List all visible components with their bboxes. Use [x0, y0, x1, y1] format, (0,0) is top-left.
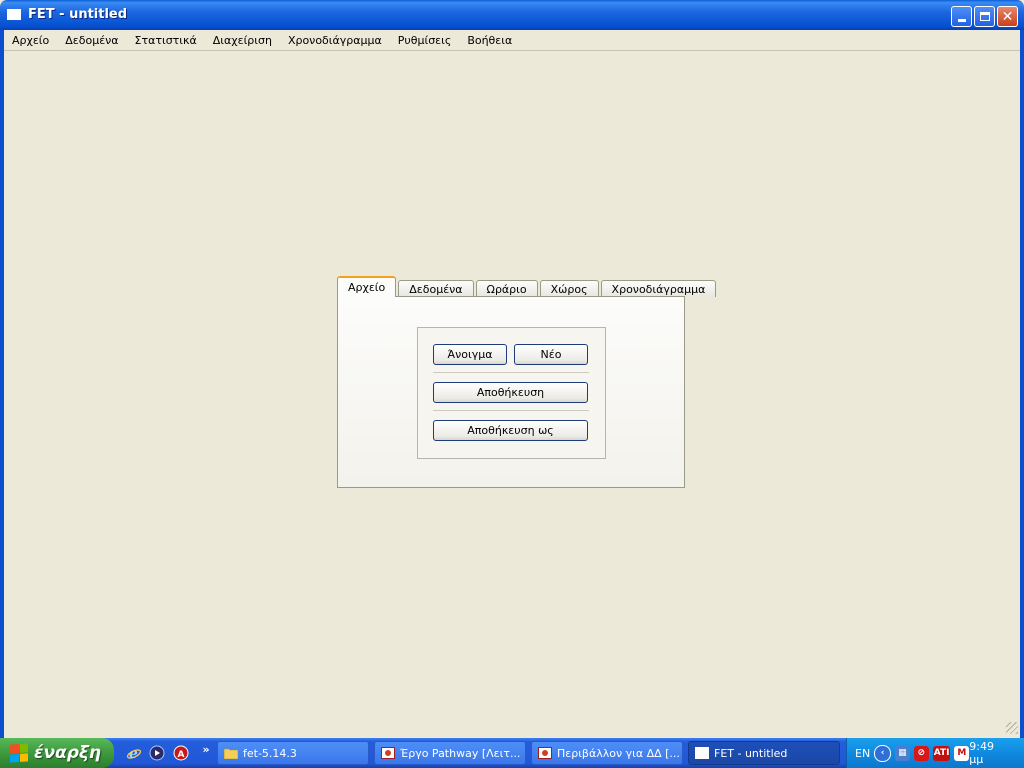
resize-grip[interactable]	[1006, 722, 1018, 734]
app-icon	[7, 9, 21, 20]
menu-settings[interactable]: Ρυθμίσεις	[390, 34, 460, 47]
language-indicator[interactable]: EN	[855, 747, 870, 760]
maximize-button[interactable]	[974, 6, 995, 27]
start-button[interactable]: έναρξη	[0, 738, 114, 768]
main-tab-bar: Αρχείο Δεδομένα Ωράριο Χώρος Χρονοδιάγρα…	[337, 276, 718, 297]
internet-explorer-icon[interactable]: e	[125, 744, 143, 762]
menu-management[interactable]: Διαχείριση	[205, 34, 280, 47]
separator	[433, 410, 589, 411]
start-label: έναρξη	[34, 743, 102, 763]
save-button[interactable]: Αποθήκευση	[433, 382, 588, 403]
window-icon	[695, 747, 709, 759]
maximize-icon	[979, 12, 990, 21]
menu-data[interactable]: Δεδομένα	[57, 34, 126, 47]
presentation-icon	[381, 747, 395, 759]
window-frame-left	[0, 30, 4, 738]
title-bar[interactable]: FET - untitled ✕	[0, 0, 1024, 30]
ati-icon[interactable]: ATI	[932, 745, 951, 761]
taskbar: έναρξη e A » fet-5.14.3 Έργο Pathway [Λε…	[0, 738, 1024, 768]
save-as-button[interactable]: Αποθήκευση ως	[433, 420, 588, 441]
tab-data[interactable]: Δεδομένα	[398, 280, 474, 297]
task-label: Περιβάλλον για ΔΔ [...	[557, 746, 680, 760]
task-folder-fet[interactable]: fet-5.14.3	[217, 741, 369, 765]
close-icon: ✕	[1001, 8, 1014, 25]
tab-timetable[interactable]: Χρονοδιάγραμμα	[600, 280, 717, 297]
presentation-icon	[538, 747, 552, 759]
media-player-icon[interactable]	[148, 744, 166, 762]
svg-text:A: A	[178, 750, 185, 760]
task-fet-untitled[interactable]: FET - untitled	[688, 741, 840, 765]
task-dd-environment[interactable]: Περιβάλλον για ΔΔ [...	[531, 741, 683, 765]
task-label: FET - untitled	[714, 746, 788, 760]
show-hidden-icons-icon[interactable]: ‹	[874, 744, 892, 762]
menu-statistics[interactable]: Στατιστικά	[127, 34, 205, 47]
m-icon[interactable]: M	[954, 745, 970, 761]
window-title: FET - untitled	[28, 7, 128, 22]
clock[interactable]: 9:49 μμ	[969, 740, 1011, 766]
open-button[interactable]: Άνοιγμα	[433, 344, 507, 365]
separator	[433, 372, 589, 373]
quicklaunch-more-icon[interactable]: »	[197, 740, 215, 758]
tab-time[interactable]: Ωράριο	[475, 280, 538, 297]
minimize-icon	[957, 19, 966, 22]
new-button[interactable]: Νέο	[514, 344, 588, 365]
windows-logo-icon	[10, 743, 28, 763]
menu-bar: Αρχείο Δεδομένα Στατιστικά Διαχείριση Χρ…	[4, 30, 1020, 51]
antivirus-icon[interactable]: ⊘	[913, 745, 929, 761]
tab-file[interactable]: Αρχείο	[337, 276, 397, 297]
task-pathway-project[interactable]: Έργο Pathway [Λειτ...	[374, 741, 526, 765]
minimize-button[interactable]	[951, 6, 972, 27]
task-label: fet-5.14.3	[243, 746, 297, 760]
task-label: Έργο Pathway [Λειτ...	[400, 746, 521, 760]
folder-icon	[224, 748, 238, 759]
close-button[interactable]: ✕	[997, 6, 1018, 27]
acrobat-icon[interactable]: A	[172, 744, 190, 762]
svg-text:e: e	[129, 746, 138, 761]
network-icon[interactable]: ▦	[895, 745, 910, 761]
menu-file[interactable]: Αρχείο	[4, 34, 57, 47]
menu-timetable[interactable]: Χρονοδιάγραμμα	[280, 34, 390, 47]
system-tray: EN ‹ ▦ ⊘ ATI M 9:49 μμ	[846, 738, 1024, 768]
menu-help[interactable]: Βοήθεια	[459, 34, 520, 47]
tab-space[interactable]: Χώρος	[539, 280, 599, 297]
window-frame-right	[1020, 30, 1024, 738]
